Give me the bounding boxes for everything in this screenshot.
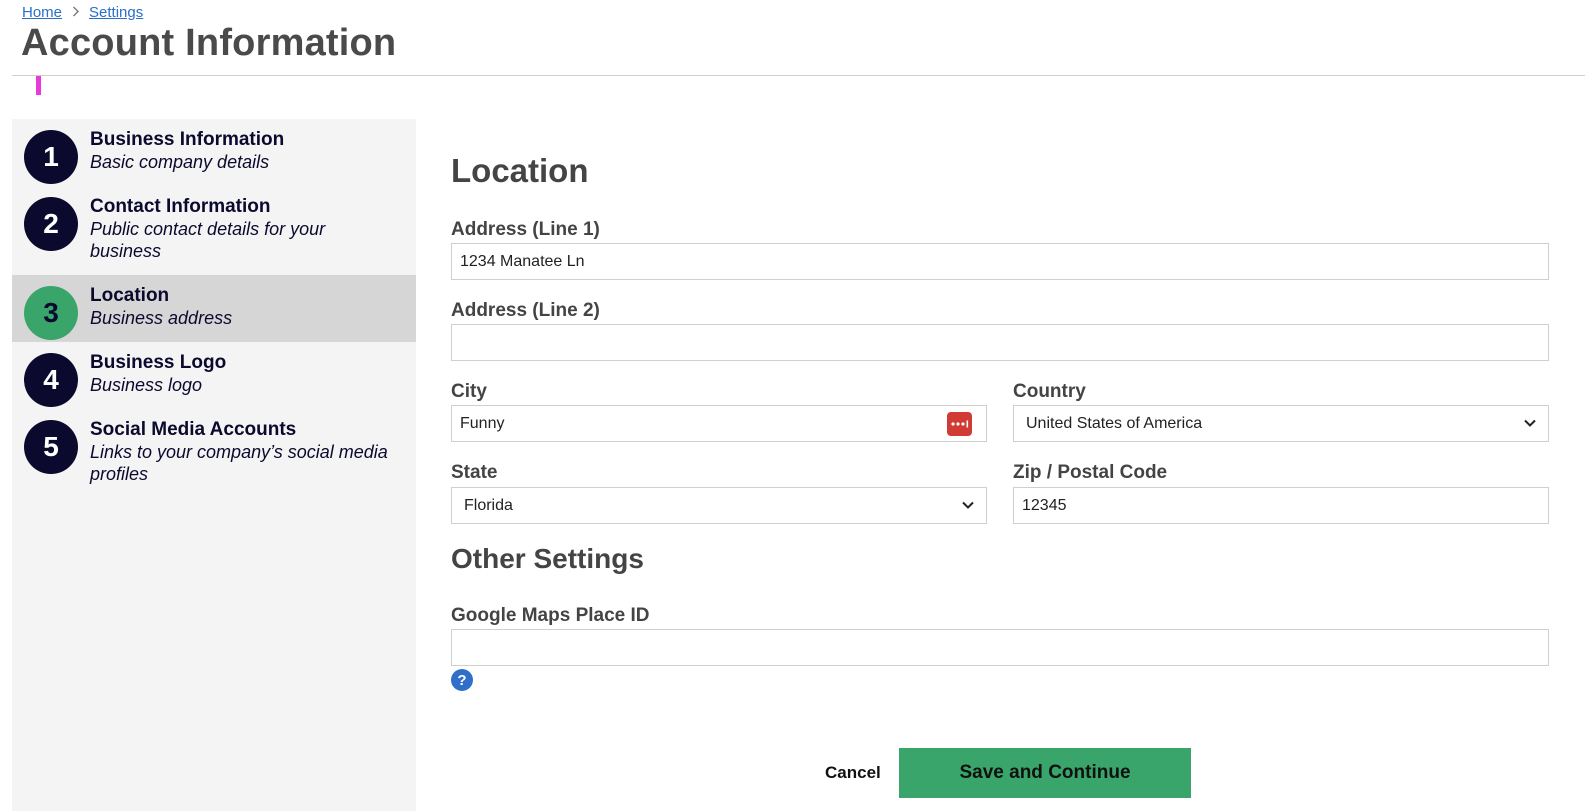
chevron-right-icon: [72, 5, 80, 20]
step-title: Business Logo: [90, 352, 227, 373]
progress-marker: [36, 76, 41, 95]
state-label: State: [451, 462, 498, 483]
city-input[interactable]: Funny: [451, 405, 987, 442]
steps-sidebar: 1 Business Information Basic company det…: [12, 119, 416, 811]
step-number-badge: 2: [24, 197, 78, 251]
address1-input[interactable]: 1234 Manatee Ln: [451, 243, 1549, 280]
city-label: City: [451, 381, 487, 402]
step-location[interactable]: 3 Location Business address: [12, 275, 416, 342]
address2-label: Address (Line 2): [451, 300, 600, 321]
city-value: Funny: [460, 414, 505, 432]
breadcrumb-settings-link[interactable]: Settings: [89, 4, 143, 21]
step-contact-information[interactable]: 2 Contact Information Public contact det…: [12, 186, 416, 275]
help-icon[interactable]: ?: [451, 669, 473, 691]
zip-value: 12345: [1022, 496, 1067, 514]
zip-input[interactable]: 12345: [1013, 487, 1549, 524]
country-select[interactable]: United States of America: [1013, 405, 1549, 442]
country-value: United States of America: [1026, 414, 1203, 432]
step-social-media-accounts[interactable]: 5 Social Media Accounts Links to your co…: [12, 409, 416, 498]
step-subtitle: Business address: [90, 308, 233, 328]
place-id-input[interactable]: [451, 629, 1549, 666]
step-title: Social Media Accounts: [90, 419, 297, 440]
state-select[interactable]: Florida: [451, 487, 987, 524]
address1-label: Address (Line 1): [451, 219, 600, 240]
state-value: Florida: [464, 496, 513, 514]
step-business-information[interactable]: 1 Business Information Basic company det…: [12, 119, 416, 186]
step-business-logo[interactable]: 4 Business Logo Business logo: [12, 342, 416, 409]
page-title: Account Information: [21, 22, 397, 64]
country-label: Country: [1013, 381, 1086, 402]
step-subtitle: Public contact details for your business: [90, 219, 326, 261]
section-title-other-settings: Other Settings: [451, 543, 644, 574]
title-divider: [12, 75, 1585, 76]
breadcrumb-home-link[interactable]: Home: [22, 4, 62, 21]
step-subtitle: Business logo: [90, 375, 203, 395]
step-title: Location: [90, 285, 170, 306]
address1-value: 1234 Manatee Ln: [460, 252, 585, 270]
step-title: Contact Information: [90, 196, 271, 217]
zip-label: Zip / Postal Code: [1013, 462, 1168, 483]
step-subtitle: Basic company details: [90, 152, 270, 172]
address2-input[interactable]: [451, 324, 1549, 361]
password-manager-icon[interactable]: [947, 412, 972, 436]
step-subtitle: Links to your company’s social media pro…: [90, 442, 388, 484]
cancel-button[interactable]: Cancel: [825, 763, 881, 783]
step-number-badge: 5: [24, 420, 78, 474]
chevron-down-icon: [1524, 419, 1536, 427]
section-title-location: Location: [451, 152, 589, 189]
place-id-label: Google Maps Place ID: [451, 605, 650, 626]
save-and-continue-button[interactable]: Save and Continue: [899, 748, 1191, 798]
step-number-badge: 4: [24, 353, 78, 407]
breadcrumb: Home Settings: [22, 4, 143, 21]
step-number-badge: 3: [24, 286, 78, 340]
step-title: Business Information: [90, 129, 285, 150]
chevron-down-icon: [962, 501, 974, 509]
step-number-badge: 1: [24, 130, 78, 184]
